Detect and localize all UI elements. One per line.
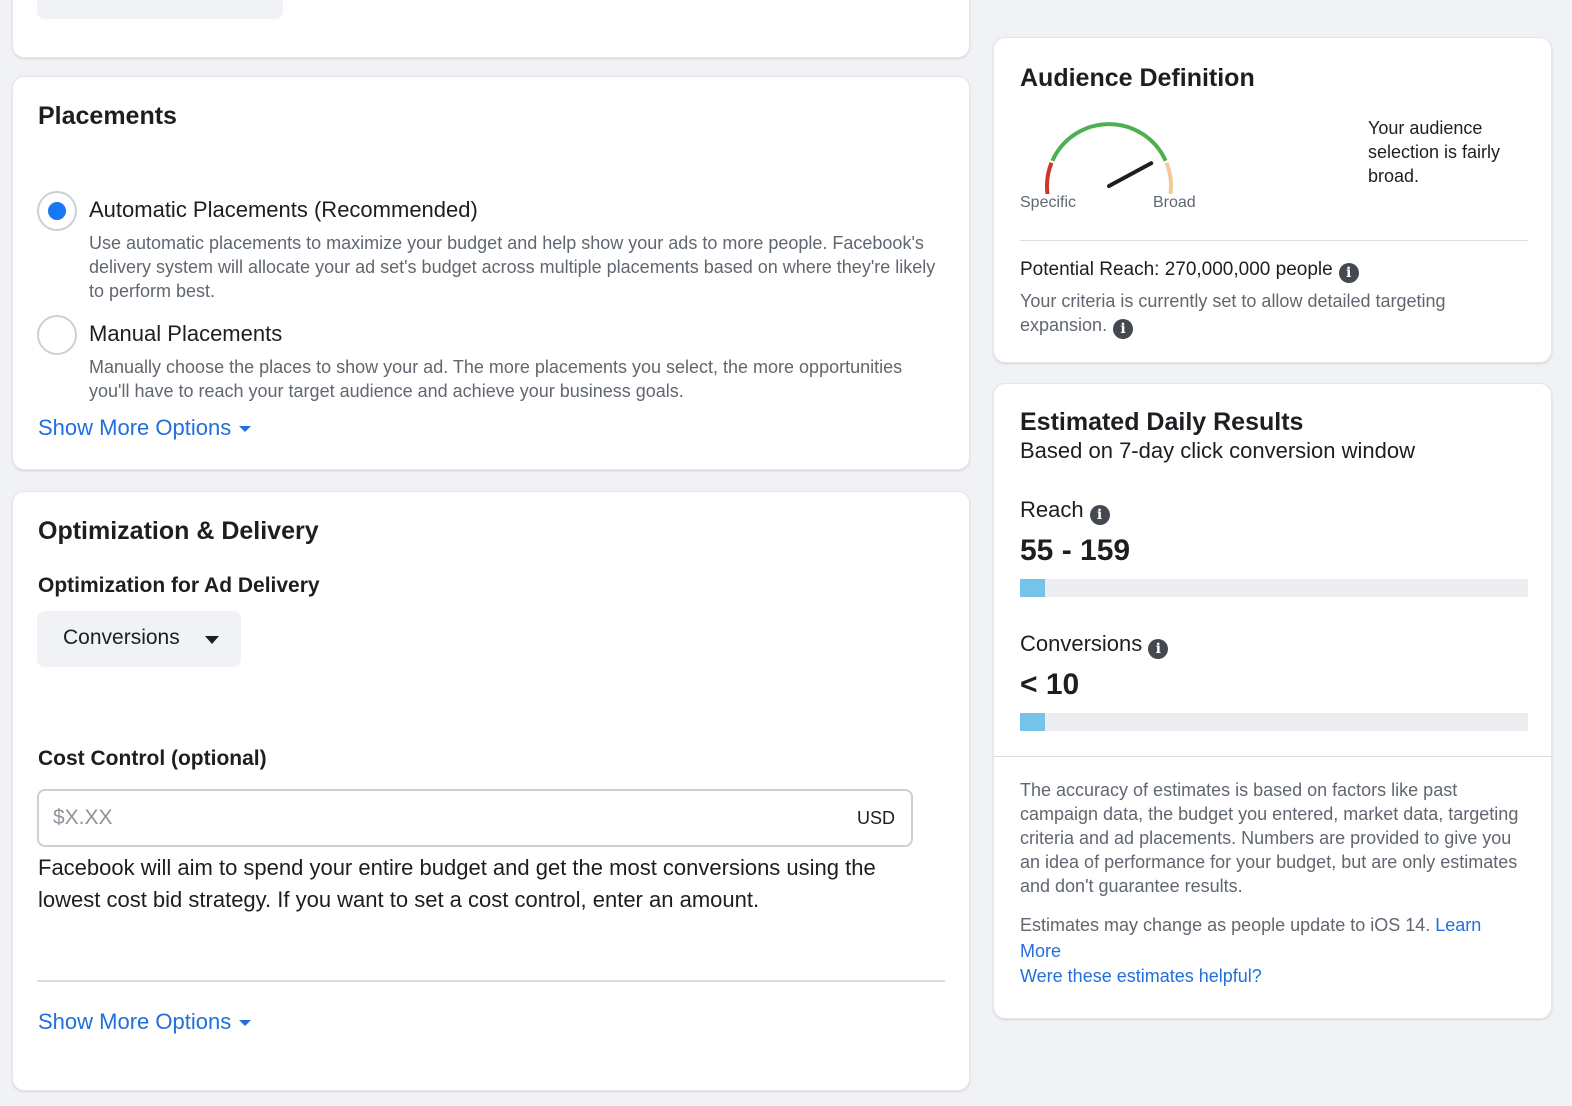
estimated-results-subtitle: Based on 7-day click conversion window: [1020, 438, 1415, 463]
potential-reach: Potential Reach: 270,000,000 people i: [1020, 259, 1359, 283]
optimization-show-more-label: Show More Options: [38, 1009, 232, 1034]
placements-card: Placements Automatic Placements (Recomme…: [12, 76, 970, 470]
reach-metric-value: 55 - 159: [1020, 534, 1131, 567]
targeting-expansion-text: Your criteria is currently set to allow …: [1020, 291, 1446, 335]
previous-section-stub: [37, 0, 283, 19]
reach-progress-bar: [1020, 579, 1528, 597]
optimization-delivery-card: Optimization & Delivery Optimization for…: [12, 491, 970, 1091]
caret-down-icon: [205, 636, 219, 644]
reach-label-text: Reach: [1020, 497, 1084, 522]
audience-definition-card: Audience Definition Specific Broad Your …: [993, 37, 1552, 363]
conversions-progress-bar: [1020, 713, 1528, 731]
conversions-label-text: Conversions: [1020, 631, 1143, 656]
caret-down-icon: [239, 1020, 252, 1027]
manual-placements-radio[interactable]: [37, 315, 77, 355]
conversions-progress-fill: [1020, 713, 1046, 731]
audience-definition-title: Audience Definition: [1020, 64, 1255, 92]
cost-control-label: Cost Control (optional): [38, 747, 267, 770]
gauge-needle-icon: [1107, 161, 1154, 188]
potential-reach-text: Potential Reach: 270,000,000 people: [1020, 259, 1333, 280]
estimated-results-title: Estimated Daily Results: [1020, 408, 1304, 436]
automatic-placements-description: Use automatic placements to maximize you…: [89, 233, 936, 301]
audience-breadth-note: Your audience selection is fairly broad.: [1368, 118, 1501, 186]
delivery-optimization-label: Optimization for Ad Delivery: [38, 574, 320, 597]
ios-update-text: Estimates may change as people update to…: [1020, 915, 1431, 935]
optimization-title: Optimization & Delivery: [38, 517, 319, 545]
optimization-show-more-link[interactable]: Show More Options: [38, 1009, 252, 1035]
manual-placements-label: Manual Placements: [89, 321, 283, 346]
cost-control-field[interactable]: USD: [37, 789, 913, 847]
conversions-metric-value: < 10: [1020, 668, 1080, 701]
cost-control-help-text: Facebook will aim to spend your entire b…: [38, 855, 876, 912]
gauge-broad-label: Broad: [1153, 194, 1196, 211]
estimates-helpful-link[interactable]: Were these estimates helpful?: [1020, 966, 1262, 987]
gauge-specific-label: Specific: [1020, 194, 1077, 211]
ios-update-note: Estimates may change as people update to…: [1020, 912, 1520, 964]
section-divider: [37, 980, 945, 982]
results-divider: [994, 756, 1551, 757]
placements-show-more-label: Show More Options: [38, 415, 232, 440]
conversions-metric-label: Conversions i: [1020, 631, 1169, 659]
reach-metric-label: Reach i: [1020, 497, 1110, 525]
delivery-optimization-value: Conversions: [63, 626, 180, 649]
audience-gauge: [1045, 122, 1173, 194]
placements-show-more-link[interactable]: Show More Options: [38, 415, 252, 441]
automatic-placements-label: Automatic Placements (Recommended): [89, 197, 478, 222]
caret-down-icon: [239, 426, 252, 433]
info-icon[interactable]: i: [1148, 639, 1169, 659]
gauge-segment-broad: [1164, 162, 1173, 194]
info-icon[interactable]: i: [1338, 263, 1359, 283]
manual-placements-description: Manually choose the places to show your …: [89, 357, 903, 401]
placements-title: Placements: [38, 102, 177, 130]
automatic-placements-radio[interactable]: [37, 191, 77, 231]
info-icon[interactable]: i: [1113, 319, 1134, 339]
cost-currency-label: USD: [856, 808, 895, 828]
previous-section-card: [12, 0, 970, 58]
audience-divider: [1020, 240, 1528, 241]
delivery-optimization-dropdown[interactable]: Conversions: [37, 611, 241, 667]
gauge-segment-specific: [1045, 162, 1054, 194]
info-icon[interactable]: i: [1089, 505, 1110, 525]
cost-control-input[interactable]: [53, 803, 813, 833]
targeting-expansion-note: Your criteria is currently set to allow …: [1020, 289, 1520, 339]
estimated-daily-results-card: Estimated Daily Results Based on 7-day c…: [993, 383, 1552, 1019]
reach-progress-fill: [1020, 579, 1046, 597]
gauge-segment-middle: [1050, 122, 1168, 162]
estimate-accuracy-note: The accuracy of estimates is based on fa…: [1020, 780, 1519, 896]
